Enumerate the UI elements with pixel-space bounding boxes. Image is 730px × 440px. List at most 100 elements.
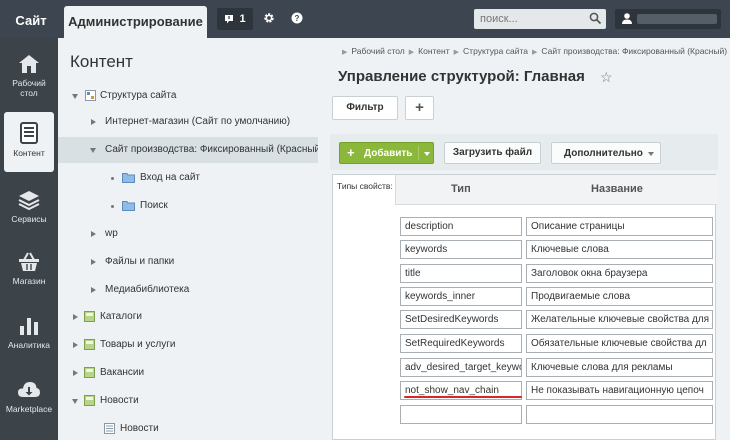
tree-item-news[interactable]: Новости [58, 388, 318, 414]
property-name-input[interactable]: Описание страницы [526, 217, 713, 236]
property-type-input[interactable]: SetRequiredKeywords [400, 334, 522, 353]
property-type-input[interactable]: keywords_inner [400, 287, 522, 306]
expand-arrow-icon[interactable] [91, 119, 96, 125]
tree-item-media-library[interactable]: Медиабиблиотека [58, 277, 318, 303]
folder-icon [122, 201, 135, 211]
content-tree-panel: Контент Структура сайта Интернет-магазин… [58, 38, 323, 440]
expand-arrow-icon[interactable] [72, 399, 78, 404]
chevron-down-icon[interactable] [424, 152, 430, 156]
tree-item-label: Интернет-магазин (Сайт по умолчанию) [105, 116, 291, 127]
tree-item-vacancies[interactable]: Вакансии [58, 360, 318, 386]
sidebar-item-analytics[interactable]: Аналитика [0, 304, 58, 366]
tree-item-site-structure[interactable]: Структура сайта [58, 83, 318, 109]
sidebar-item-shop[interactable]: Магазин [0, 240, 58, 302]
breadcrumb-item[interactable]: Структура сайта [463, 46, 528, 56]
settings-button[interactable] [260, 9, 278, 27]
main-sidebar: Рабочий стол Контент Сервисы Магазин Ана… [0, 38, 58, 440]
plus-icon: + [347, 145, 355, 160]
layers-icon [18, 191, 40, 210]
expand-arrow-icon[interactable] [72, 94, 78, 99]
chevron-down-icon [648, 152, 654, 156]
more-button[interactable]: Дополнительно [551, 142, 661, 164]
sidebar-item-label: стол [20, 88, 38, 98]
svg-text:?: ? [295, 14, 300, 23]
property-type-input[interactable]: SetDesiredKeywords [400, 310, 522, 329]
sidebar-item-desktop[interactable]: Рабочий стол [0, 42, 58, 104]
tree-item-wp[interactable]: wp [58, 221, 318, 247]
chevron-right-icon: ▶ [342, 49, 348, 56]
property-type-input[interactable] [400, 405, 522, 424]
column-header-type: Тип [451, 183, 471, 195]
property-name-input[interactable] [526, 405, 713, 424]
add-button[interactable]: + Добавить [339, 142, 434, 164]
catalog-icon [84, 339, 95, 350]
table-header: Тип Название [395, 175, 717, 205]
property-name-input[interactable]: Продвигаемые слова [526, 287, 713, 306]
sidebar-item-label: Сервисы [11, 214, 47, 224]
help-button[interactable]: ? [288, 9, 306, 27]
search-icon[interactable] [589, 12, 602, 25]
site-tab[interactable]: Сайт [6, 6, 56, 36]
gear-icon [264, 13, 274, 23]
upload-file-button[interactable]: Загрузить файл [444, 142, 541, 164]
sidebar-item-services[interactable]: Сервисы [0, 178, 58, 240]
expand-arrow-icon[interactable] [91, 287, 96, 293]
expand-arrow-icon[interactable] [90, 148, 96, 153]
sidebar-item-content[interactable]: Контент [4, 112, 54, 172]
property-name-input[interactable]: Ключевые слова для рекламы [526, 358, 713, 377]
property-type-input[interactable]: title [400, 264, 522, 283]
tree-item-label: Файлы и папки [105, 256, 175, 267]
property-type-input[interactable]: keywords [400, 240, 522, 259]
sidebar-item-label: Аналитика [7, 340, 51, 350]
add-filter-button[interactable]: + [405, 96, 434, 120]
notifications-button[interactable]: 1 [217, 8, 253, 30]
tree-item-label: Товары и услуги [100, 339, 176, 350]
tree-item-search[interactable]: Поиск [58, 193, 318, 219]
admin-tab[interactable]: Администрирование [64, 6, 207, 38]
property-name-input[interactable]: Заголовок окна браузера [526, 264, 713, 283]
breadcrumb-item[interactable]: Рабочий стол [351, 46, 404, 56]
expand-arrow-icon[interactable] [73, 370, 78, 376]
content-icon [20, 122, 38, 144]
property-type-input[interactable]: description [400, 217, 522, 236]
main-content: ▶ Рабочий стол ▶ Контент ▶ Структура сайта ▶ Са… [318, 38, 730, 440]
tree-item-news-list[interactable]: Новости [58, 416, 318, 440]
expand-arrow-icon[interactable] [73, 342, 78, 348]
tree-item-internet-shop[interactable]: Интернет-магазин (Сайт по умолчанию) [58, 109, 318, 135]
tree-item-label: Сайт производства: Фиксированный (Красны… [105, 144, 324, 155]
property-type-input[interactable]: adv_desired_target_keywo [400, 358, 522, 377]
tree-item-production-site[interactable]: Сайт производства: Фиксированный (Красны… [58, 137, 323, 163]
expand-arrow-icon[interactable] [91, 259, 96, 265]
property-name-input[interactable]: Ключевые слова [526, 240, 713, 259]
tree-item-label: Структура сайта [100, 90, 177, 101]
breadcrumb-item[interactable]: Сайт производства: Фиксированный (Красны… [541, 46, 727, 56]
expand-arrow-icon[interactable] [73, 314, 78, 320]
chevron-right-icon: ▶ [408, 49, 415, 56]
tree-item-label: Поиск [140, 200, 168, 211]
tree-item-catalogs[interactable]: Каталоги [58, 304, 318, 330]
tree-item-goods-services[interactable]: Товары и услуги [58, 332, 318, 358]
property-types-label: Типы свойств: [337, 181, 393, 191]
filter-button[interactable]: Фильтр [332, 96, 398, 120]
tree-title: Контент [70, 52, 133, 71]
breadcrumb-item[interactable]: Контент [418, 46, 450, 56]
notification-icon [225, 15, 234, 24]
tree-item-label: Новости [120, 423, 159, 434]
property-name-input[interactable]: Обязательные ключевые свойства дл [526, 334, 713, 353]
sidebar-item-label: Контент [13, 148, 45, 158]
sidebar-item-label: Магазин [12, 276, 46, 286]
column-header-name: Название [591, 183, 643, 195]
tree-item-login[interactable]: Вход на сайт [58, 165, 318, 191]
expand-arrow-icon[interactable] [91, 231, 96, 237]
tree-item-label: Вход на сайт [140, 172, 200, 183]
breadcrumb: ▶ Рабочий стол ▶ Контент ▶ Структура сайта ▶ Са… [338, 46, 727, 56]
property-name-input[interactable]: Желательные ключевые свойства для [526, 310, 713, 329]
user-menu[interactable] [615, 9, 721, 29]
sidebar-item-marketplace[interactable]: Marketplace [0, 368, 58, 430]
tree-item-label: Каталоги [100, 311, 142, 322]
tree-item-files-folders[interactable]: Файлы и папки [58, 249, 318, 275]
star-icon[interactable]: ☆ [600, 69, 613, 86]
search-input[interactable] [474, 9, 582, 29]
more-button-label: Дополнительно [564, 148, 643, 159]
property-name-input[interactable]: Не показывать навигационную цепоч [526, 381, 713, 400]
